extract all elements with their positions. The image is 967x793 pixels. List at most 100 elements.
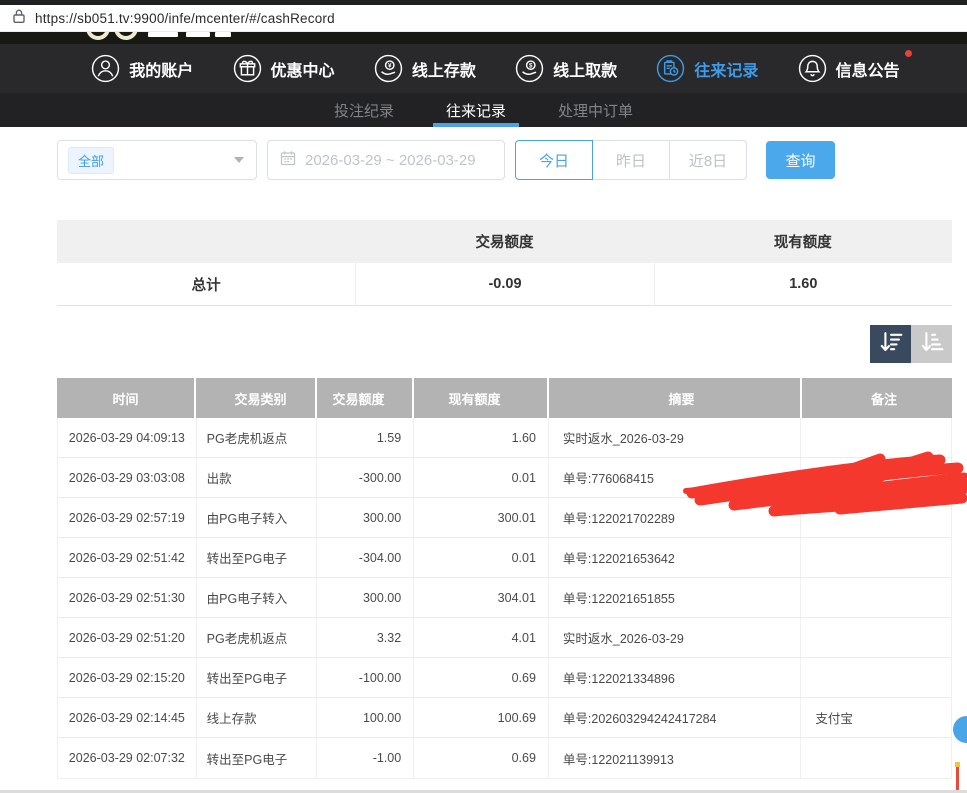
last-8-days-button[interactable]: 近8日	[669, 140, 747, 180]
withdraw-icon: $	[515, 54, 544, 83]
type-dropdown-value: 全部	[68, 147, 114, 174]
nav-item-online-deposit[interactable]: ¥ 线上存款	[374, 54, 476, 83]
sort-asc-icon	[919, 330, 945, 359]
cell-time: 2026-03-29 02:57:19	[58, 498, 197, 537]
logo-glyph	[215, 32, 231, 37]
cell-time: 2026-03-29 04:09:13	[58, 418, 197, 457]
summary-header-trade-amount: 交易额度	[355, 231, 653, 252]
cell-time: 2026-03-29 02:07:32	[58, 738, 197, 778]
table-row[interactable]: 2026-03-29 02:51:30 由PG电子转入 300.00 304.0…	[58, 578, 951, 618]
url-text[interactable]: https://sb051.tv:9900/infe/mcenter/#/cas…	[35, 11, 335, 26]
nav-item-label: 往来记录	[694, 57, 758, 81]
table-row[interactable]: 2026-03-29 02:14:45 线上存款 100.00 100.69 单…	[58, 698, 951, 738]
cell-type: 转出至PG电子	[197, 538, 318, 577]
cell-type: PG老虎机返点	[197, 618, 318, 657]
table-header-row: 时间 交易类别 交易额度 现有额度 摘要 备注	[57, 378, 952, 418]
nav-item-label: 信息公告	[836, 57, 900, 81]
table-row[interactable]: 2026-03-29 02:07:32 转出至PG电子 -1.00 0.69 单…	[58, 738, 951, 778]
type-dropdown[interactable]: 全部	[57, 140, 257, 180]
cell-amount: 300.00	[317, 498, 414, 537]
cell-time: 2026-03-29 02:15:20	[58, 658, 197, 697]
nav-item-label: 线上存款	[412, 57, 476, 81]
nav-item-label: 我的账户	[129, 57, 193, 81]
cell-summary: 单号:202603294242417284	[549, 698, 801, 737]
cell-balance: 300.01	[414, 498, 549, 537]
cell-amount: -1.00	[317, 738, 414, 778]
cell-balance: 4.01	[414, 618, 549, 657]
cell-note	[801, 658, 951, 697]
lock-icon	[12, 8, 26, 29]
tab-transaction-records[interactable]: 往来记录	[433, 93, 519, 127]
cell-amount: 300.00	[317, 578, 414, 617]
svg-text:¥: ¥	[388, 62, 392, 69]
search-button[interactable]: 查询	[766, 141, 835, 179]
cell-note	[801, 578, 951, 617]
bell-icon	[798, 54, 827, 83]
cell-time: 2026-03-29 02:51:30	[58, 578, 197, 617]
sort-desc-icon	[878, 330, 904, 359]
cell-summary: 单号:122021139913	[549, 738, 801, 778]
cell-note	[801, 458, 951, 497]
table-row[interactable]: 2026-03-29 04:09:13 PG老虎机返点 1.59 1.60 实时…	[58, 418, 951, 458]
logo-glyph	[186, 32, 210, 37]
main-navigation: 我的账户 优惠中心 ¥ 线上存款 $	[0, 44, 967, 93]
nav-item-online-withdrawal[interactable]: $ 线上取款	[515, 54, 617, 83]
nav-item-announcements[interactable]: 信息公告	[798, 54, 900, 83]
table-row[interactable]: 2026-03-29 02:57:19 由PG电子转入 300.00 300.0…	[58, 498, 951, 538]
browser-url-bar[interactable]: https://sb051.tv:9900/infe/mcenter/#/cas…	[0, 5, 967, 32]
cell-type: 转出至PG电子	[197, 738, 318, 778]
cell-note	[801, 418, 951, 457]
site-logo-partial	[0, 32, 967, 44]
cell-summary: 单号:122021702289	[549, 498, 801, 537]
sort-descending-button[interactable]	[870, 325, 911, 363]
table-row[interactable]: 2026-03-29 02:15:20 转出至PG电子 -100.00 0.69…	[58, 658, 951, 698]
cell-note: 支付宝	[801, 698, 951, 737]
cell-amount: -304.00	[317, 538, 414, 577]
transactions-table: 时间 交易类别 交易额度 现有额度 摘要 备注 2026-03-29 04:09…	[57, 378, 952, 779]
logo-glyph	[148, 32, 178, 37]
tab-bet-records[interactable]: 投注纪录	[321, 93, 407, 127]
sub-navigation: 投注纪录 往来记录 处理中订单	[0, 93, 967, 127]
notification-badge	[905, 50, 912, 57]
summary-current-amount-value: 1.60	[654, 263, 952, 305]
cell-note	[801, 738, 951, 778]
nav-item-label: 优惠中心	[271, 57, 335, 81]
quick-date-buttons: 今日 昨日 近8日	[515, 140, 747, 180]
cell-summary: 实时返水_2026-03-29	[549, 618, 801, 657]
date-range-picker[interactable]: 2026-03-29 ~ 2026-03-29	[267, 140, 505, 180]
cell-balance: 1.60	[414, 418, 549, 457]
cell-amount: 100.00	[317, 698, 414, 737]
sort-ascending-button[interactable]	[911, 325, 952, 363]
deposit-icon: ¥	[374, 54, 403, 83]
col-header-amount: 交易额度	[317, 378, 414, 418]
cell-balance: 0.69	[414, 738, 549, 778]
floating-service-button[interactable]	[953, 716, 967, 743]
cell-summary: 单号:776068415	[549, 458, 801, 497]
gift-icon	[233, 54, 262, 83]
cell-amount: -300.00	[317, 458, 414, 497]
table-row[interactable]: 2026-03-29 02:51:20 PG老虎机返点 3.32 4.01 实时…	[58, 618, 951, 658]
summary-total-label: 总计	[57, 263, 355, 305]
cell-balance: 100.69	[414, 698, 549, 737]
cell-balance: 304.01	[414, 578, 549, 617]
cell-time: 2026-03-29 02:51:42	[58, 538, 197, 577]
svg-text:$: $	[529, 62, 533, 69]
nav-item-transaction-records[interactable]: 往来记录	[656, 54, 758, 83]
nav-item-my-account[interactable]: 我的账户	[91, 54, 193, 83]
cell-time: 2026-03-29 02:51:20	[58, 618, 197, 657]
cell-amount: 1.59	[317, 418, 414, 457]
col-header-balance: 现有额度	[414, 378, 549, 418]
records-icon	[656, 54, 685, 83]
today-button[interactable]: 今日	[515, 140, 593, 180]
cell-time: 2026-03-29 03:03:08	[58, 458, 197, 497]
table-row[interactable]: 2026-03-29 03:03:08 出款 -300.00 0.01 单号:7…	[58, 458, 951, 498]
cell-type: 转出至PG电子	[197, 658, 318, 697]
tab-pending-orders[interactable]: 处理中订单	[545, 93, 646, 127]
table-row[interactable]: 2026-03-29 02:51:42 转出至PG电子 -304.00 0.01…	[58, 538, 951, 578]
yesterday-button[interactable]: 昨日	[592, 140, 670, 180]
cell-note	[801, 498, 951, 537]
date-range-value: 2026-03-29 ~ 2026-03-29	[305, 152, 476, 169]
table-body: 2026-03-29 04:09:13 PG老虎机返点 1.59 1.60 实时…	[57, 418, 952, 779]
summary-total-row: 总计 -0.09 1.60	[57, 263, 952, 306]
nav-item-promotions[interactable]: 优惠中心	[233, 54, 335, 83]
